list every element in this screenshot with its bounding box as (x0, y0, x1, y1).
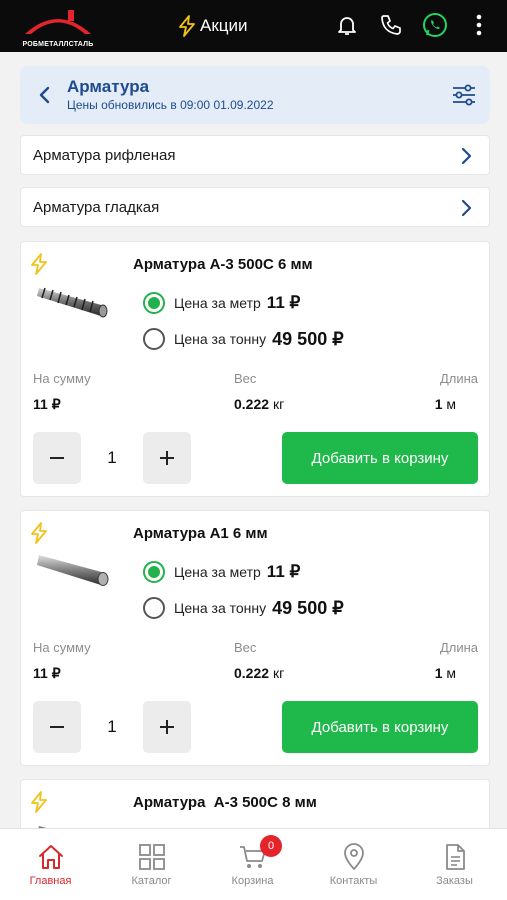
price-value: 11 ₽ (266, 293, 301, 312)
lightning-icon (29, 791, 49, 813)
lightning-icon (29, 253, 49, 275)
product-card: Арматура А1 6 мм Цена за метр 11 ₽ Цена … (20, 510, 490, 766)
nav-label: Каталог (131, 875, 172, 887)
document-icon (440, 842, 470, 872)
lightning-icon (29, 522, 49, 544)
minus-icon (50, 726, 64, 728)
add-to-cart-button[interactable]: Добавить в корзину (282, 701, 478, 753)
filter-sliders-icon[interactable] (450, 81, 478, 109)
radio-unselected[interactable] (143, 328, 165, 350)
price-option-ton[interactable]: Цена за тонну 49 500 ₽ (143, 328, 344, 350)
logo[interactable]: РОБМЕТАЛЛСТАЛЬ (22, 6, 94, 48)
add-to-cart-button[interactable]: Добавить в корзину (282, 432, 478, 484)
nav-label: Контакты (329, 875, 378, 887)
bottom-navigation: Главная Каталог 0 Корзина Контакты Заказ… (0, 828, 507, 900)
length-value: 1 м (434, 396, 456, 412)
lightning-icon (179, 15, 195, 37)
quantity-stepper: 1 (33, 432, 191, 484)
price-option-label: Цена за метр (174, 295, 261, 311)
price-option-label: Цена за тонну (174, 600, 267, 616)
product-card: Арматура А-3 500С 6 мм Цена за метр 11 ₽… (20, 241, 490, 497)
sum-value: 11 ₽ (33, 396, 61, 412)
price-updated-text: Цены обновились в 09:00 01.09.2022 (67, 98, 274, 112)
length-value: 1 м (434, 665, 456, 681)
price-option-meter[interactable]: Цена за метр 11 ₽ (143, 561, 300, 583)
grid-icon (137, 842, 167, 872)
price-value: 11 ₽ (266, 562, 301, 581)
logo-text: РОБМЕТАЛЛСТАЛЬ (22, 41, 94, 48)
nav-home[interactable]: Главная (0, 829, 101, 900)
promo-label: Акции (200, 16, 248, 35)
price-option-ton[interactable]: Цена за тонну 49 500 ₽ (143, 597, 344, 619)
nav-orders[interactable]: Заказы (404, 829, 505, 900)
minus-icon (50, 457, 64, 459)
decrement-button[interactable] (33, 432, 81, 484)
rebar-smooth-image (35, 545, 113, 593)
length-label: Длина (439, 371, 478, 386)
price-option-label: Цена за тонну (174, 331, 267, 347)
price-option-meter[interactable]: Цена за метр 11 ₽ (143, 292, 300, 314)
product-title: Арматура А-3 500С 6 мм (133, 256, 313, 273)
sum-label: На сумму (33, 371, 91, 386)
chevron-right-icon (459, 147, 473, 165)
nav-label: Заказы (436, 875, 473, 887)
sum-value: 11 ₽ (33, 665, 61, 681)
nav-contacts[interactable]: Контакты (303, 829, 404, 900)
cart-count-badge: 0 (260, 835, 282, 857)
nav-label: Корзина (231, 875, 274, 887)
quantity-value[interactable]: 1 (81, 701, 143, 753)
length-label: Длина (439, 640, 478, 655)
nav-catalog[interactable]: Каталог (101, 829, 202, 900)
subcategory-ribbed[interactable]: Арматура рифленая (20, 135, 490, 175)
logo-roof-icon (25, 10, 91, 34)
home-icon (36, 842, 66, 872)
price-value: 49 500 ₽ (272, 597, 344, 618)
top-bar: РОБМЕТАЛЛСТАЛЬ Акции (0, 0, 507, 52)
promo-link[interactable]: Акции (178, 14, 248, 38)
whatsapp-icon[interactable] (422, 12, 448, 38)
subcategory-label: Арматура гладкая (33, 199, 160, 216)
location-pin-icon (339, 842, 369, 872)
subcategory-smooth[interactable]: Арматура гладкая (20, 187, 490, 227)
nav-label: Главная (29, 875, 72, 887)
quantity-stepper: 1 (33, 701, 191, 753)
weight-value: 0.222 кг (234, 665, 285, 681)
quantity-value[interactable]: 1 (81, 432, 143, 484)
decrement-button[interactable] (33, 701, 81, 753)
chevron-right-icon (459, 199, 473, 217)
product-title: Арматура А1 6 мм (133, 525, 268, 542)
bell-icon[interactable] (334, 12, 360, 38)
rebar-ribbed-image (35, 276, 113, 324)
subcategory-label: Арматура рифленая (33, 147, 176, 164)
phone-icon[interactable] (378, 12, 404, 38)
weight-label: Вес (234, 640, 257, 655)
more-vertical-icon[interactable] (466, 12, 492, 38)
sum-label: На сумму (33, 640, 91, 655)
increment-button[interactable] (143, 432, 191, 484)
nav-cart[interactable]: 0 Корзина (202, 829, 303, 900)
category-header: Арматура Цены обновились в 09:00 01.09.2… (20, 66, 490, 124)
weight-value: 0.222 кг (234, 396, 285, 412)
page-title: Арматура (67, 77, 150, 96)
radio-selected[interactable] (143, 561, 165, 583)
price-value: 49 500 ₽ (272, 328, 344, 349)
plus-icon (160, 451, 174, 465)
price-option-label: Цена за метр (174, 564, 261, 580)
radio-unselected[interactable] (143, 597, 165, 619)
price-updated-prefix: Цены обновились в (67, 98, 177, 112)
back-chevron-icon[interactable] (34, 83, 56, 107)
price-updated-value: 09:00 01.09.2022 (180, 98, 274, 112)
product-title: Арматура А-3 500С 8 мм (133, 794, 317, 811)
increment-button[interactable] (143, 701, 191, 753)
plus-icon (160, 720, 174, 734)
radio-selected[interactable] (143, 292, 165, 314)
weight-label: Вес (234, 371, 257, 386)
